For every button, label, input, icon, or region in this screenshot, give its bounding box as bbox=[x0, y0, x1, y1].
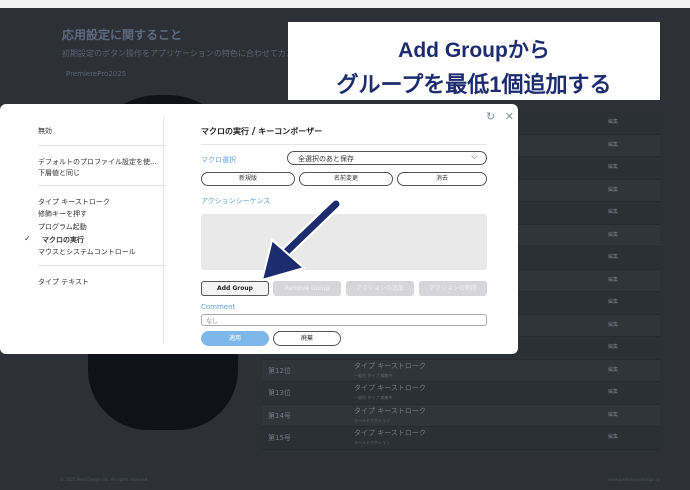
check-icon: ✓ bbox=[24, 234, 31, 243]
row-edit-link: 編集 bbox=[608, 119, 619, 125]
delete-macro-button[interactable]: 消去 bbox=[397, 172, 487, 186]
panel-title: マクロの実行 / キーコンボーザー bbox=[201, 126, 322, 137]
row-edit-link: 編集 bbox=[608, 209, 619, 215]
caption-line-2: グループを最低1個追加する bbox=[336, 72, 612, 97]
table-row: 第14号 タイプ キーストローク ホールドアクション 編集 bbox=[262, 404, 660, 427]
menu-divider bbox=[38, 145, 166, 146]
row-action-sub: ホールドアクション bbox=[354, 417, 390, 423]
menu-item-keystroke[interactable]: タイプ キーストローク bbox=[38, 197, 110, 207]
row-action-sub: 一般的 タイプ 編集中 bbox=[354, 395, 393, 400]
reset-icon[interactable]: ↻ bbox=[486, 110, 495, 123]
table-row: 第13位 タイプ キーストローク 一般的 タイプ 編集中 編集 bbox=[262, 382, 660, 405]
table-row: 第12位 タイプ キーストローク 一般的 タイプ 編集中 編集 bbox=[262, 359, 660, 382]
bg-subtext: 初期設定のボタン操作をアプリケーションの特色に合わせてカスタマイズ bbox=[62, 49, 326, 58]
top-strip bbox=[0, 0, 690, 8]
remove-group-button[interactable]: Remove Group bbox=[273, 281, 341, 296]
panel-title-a: マクロの実行 bbox=[201, 127, 249, 136]
row-number: 第12位 bbox=[268, 366, 291, 375]
new-macro-button[interactable]: 新規版 bbox=[201, 172, 295, 186]
row-action-text: タイプ キーストローク bbox=[354, 361, 426, 370]
row-edit-link: 編集 bbox=[608, 411, 619, 418]
panel-title-b: キーコンボーザー bbox=[258, 127, 323, 136]
vertical-divider bbox=[163, 116, 164, 344]
menu-item-disabled[interactable]: 無効 bbox=[38, 126, 52, 136]
table-row: 第15号 タイプ キーストローク ホールドアクション 編集 bbox=[262, 427, 660, 450]
row-action: タイプ キーストローク 一般的 タイプ 編集中 bbox=[354, 362, 426, 380]
row-edit-link: 編集 bbox=[608, 141, 619, 148]
sequence-label: アクションシーケンス bbox=[201, 197, 271, 205]
row-edit-link: 編集 bbox=[608, 434, 619, 440]
row-edit-link: 編集 bbox=[608, 321, 619, 328]
remove-action-button[interactable]: アクションの削除 bbox=[419, 281, 487, 296]
footer-copyright: © 2025 Pixel Design Inc. All rights rese… bbox=[60, 477, 149, 482]
row-edit-link: 編集 bbox=[608, 389, 619, 395]
action-sequence-box[interactable] bbox=[201, 214, 487, 270]
menu-item-lower-same[interactable]: 下層値と同じ bbox=[38, 168, 80, 178]
dialog-controls: ↻ ✕ bbox=[480, 110, 514, 123]
close-icon[interactable]: ✕ bbox=[505, 110, 514, 123]
comment-label: Comment bbox=[201, 303, 236, 311]
menu-item-mouse-system[interactable]: マウスとシステムコントロール bbox=[38, 247, 136, 257]
menu-divider bbox=[38, 265, 166, 266]
menu-item-program[interactable]: プログラム起動 bbox=[38, 222, 87, 232]
row-number: 第14号 bbox=[268, 411, 291, 420]
bg-app-name: PremierePro2025 bbox=[66, 70, 127, 78]
row-number: 第15号 bbox=[268, 434, 291, 442]
row-action-text: タイプ キーストローク bbox=[354, 429, 426, 437]
row-action: タイプ キーストローク ホールドアクション bbox=[354, 429, 426, 447]
row-edit-link: 編集 bbox=[608, 254, 619, 260]
macro-dialog: ↻ ✕ 無効 デフォルトのプロファイル設定を使... 下層値と同じ タイプ キー… bbox=[0, 104, 518, 354]
macro-select-label: マクロ選択 bbox=[201, 156, 236, 164]
discard-button[interactable]: 廃棄 bbox=[273, 331, 341, 346]
row-edit-link: 編集 bbox=[608, 366, 619, 373]
row-edit-link: 編集 bbox=[608, 186, 619, 193]
row-number: 第13位 bbox=[268, 389, 291, 397]
row-action-sub: ホールドアクション bbox=[354, 440, 390, 445]
row-action: タイプ キーストローク 一般的 タイプ 編集中 bbox=[354, 384, 426, 402]
row-edit-link: 編集 bbox=[608, 299, 619, 305]
row-action-text: タイプ キーストローク bbox=[354, 384, 426, 392]
menu-item-type-text[interactable]: タイプ テキスト bbox=[38, 277, 89, 287]
menu-item-macro[interactable]: マクロの実行 bbox=[42, 235, 84, 245]
menu-item-modifier[interactable]: 修飾キーを押す bbox=[38, 209, 87, 219]
row-action-sub: 一般的 タイプ 編集中 bbox=[354, 372, 393, 378]
row-edit-link: 編集 bbox=[608, 164, 619, 170]
row-action-text: タイプ キーストローク bbox=[354, 406, 426, 415]
row-action: タイプ キーストローク ホールドアクション bbox=[354, 407, 426, 425]
bg-heading: 応用設定に関すること bbox=[62, 28, 183, 42]
title-rule bbox=[201, 144, 487, 145]
row-edit-link: 編集 bbox=[608, 276, 619, 283]
instruction-caption: Add Groupから グループを最低1個追加する bbox=[288, 22, 660, 100]
rename-macro-button[interactable]: 名前変更 bbox=[299, 172, 393, 186]
row-edit-link: 編集 bbox=[608, 231, 619, 238]
macro-select-value: 全選択のあと保存 bbox=[298, 155, 354, 163]
row-edit-link: 編集 bbox=[608, 344, 619, 350]
chevron-down-icon: ⌵ bbox=[471, 152, 478, 162]
panel-title-slash: / bbox=[251, 126, 256, 137]
menu-item-default-profile[interactable]: デフォルトのプロファイル設定を使... bbox=[38, 157, 157, 167]
add-action-button[interactable]: アクションの追加 bbox=[346, 281, 414, 296]
caption-line-1: Add Groupから bbox=[398, 39, 550, 62]
footer-url: www.pixelmousedesign.jp bbox=[608, 477, 660, 482]
add-group-button[interactable]: Add Group bbox=[201, 281, 269, 296]
macro-select[interactable]: 全選択のあと保存 ⌵ bbox=[287, 151, 487, 165]
comment-input[interactable]: なし bbox=[201, 314, 487, 326]
apply-button[interactable]: 適用 bbox=[201, 331, 269, 346]
menu-divider bbox=[38, 185, 166, 186]
